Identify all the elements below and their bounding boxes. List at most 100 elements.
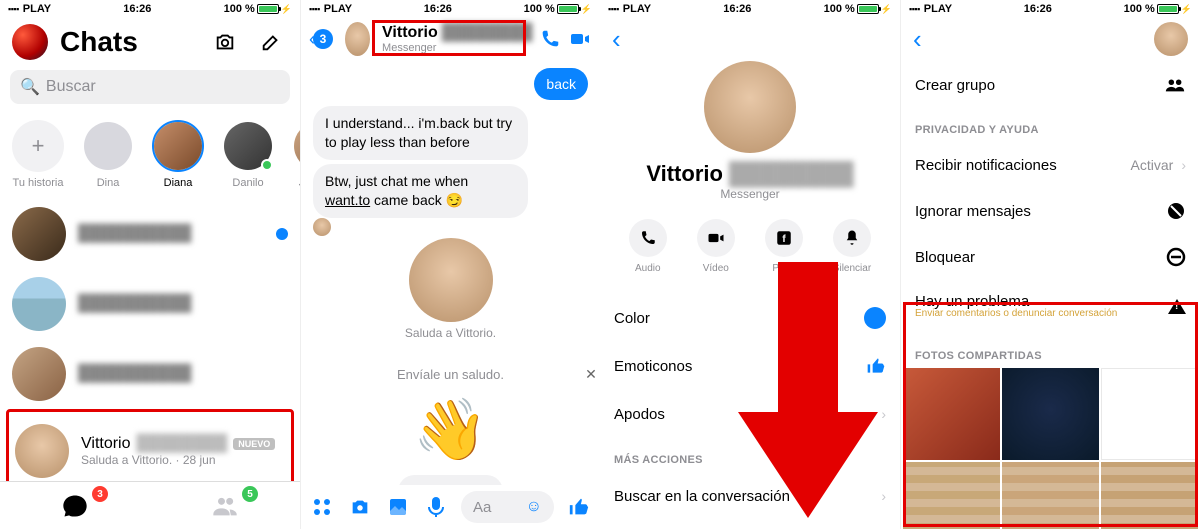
compose-button[interactable] <box>254 25 288 59</box>
chat-row[interactable]: ██████████ <box>12 199 288 269</box>
chat-row[interactable]: ██████████ <box>12 269 288 339</box>
avatar[interactable] <box>1154 22 1188 56</box>
profile-avatar[interactable] <box>12 24 48 60</box>
screen-profile: ▪▪▪▪PLAY 16:26 100 %⚡ ‹ Vittorio████████… <box>600 0 900 529</box>
tab-people[interactable]: 5 <box>150 482 300 529</box>
apps-button[interactable] <box>309 497 335 517</box>
camera-button[interactable] <box>208 25 242 59</box>
dismiss-greeting-button[interactable]: ✕ <box>582 366 600 384</box>
received-message[interactable]: Btw, just chat me when want.to came back… <box>313 164 528 218</box>
conversation-title[interactable]: Vittorio████████ Messenger <box>382 24 532 54</box>
chats-header: Chats <box>0 18 300 66</box>
chat-row[interactable]: ██████████ <box>12 339 288 409</box>
shared-photo[interactable] <box>1002 368 1099 460</box>
back-button[interactable]: ‹ <box>913 24 922 55</box>
screen-conversation: ▪▪▪▪PLAY 16:26 100 %⚡ ‹3 Vittorio███████… <box>300 0 600 529</box>
gallery-button[interactable] <box>385 497 411 517</box>
status-bar: ▪▪▪▪PLAY 16:26 100 %⚡ <box>301 0 600 18</box>
message-input[interactable]: Aa☺ <box>461 491 554 523</box>
like-button[interactable] <box>566 496 592 518</box>
contact-avatar-large <box>409 238 493 322</box>
chat-row-vittorio[interactable]: Vittorio████████NUEVO Saluda a Vittorio.… <box>15 416 285 486</box>
profile-name: Vittorio████████ <box>600 161 900 187</box>
signal-icon: ▪▪▪▪ <box>8 4 19 14</box>
battery: 100 %⚡ <box>224 3 292 15</box>
tab-bar: 3 5 <box>0 481 300 529</box>
tab-chats[interactable]: 3 <box>0 482 150 529</box>
profile-sub: Messenger <box>600 187 900 201</box>
status-bar: ▪▪▪▪PLAY 16:26 100 %⚡ <box>600 0 900 18</box>
greeting-caption: Saluda a Vittorio. <box>301 326 600 340</box>
composer: Aa☺ <box>301 485 600 529</box>
row-emoticonos[interactable]: Emoticonos <box>614 342 886 390</box>
story-add[interactable]: +Tu historia <box>10 120 66 189</box>
group-icon <box>1164 77 1186 93</box>
svg-text:f: f <box>782 233 786 245</box>
status-bar: ▪▪▪▪PLAY 16:26 100 %⚡ <box>901 0 1200 18</box>
thumbs-up-icon <box>866 356 886 376</box>
row-bloquear[interactable]: Bloquear <box>915 234 1186 280</box>
profile-avatar-large[interactable] <box>704 61 796 153</box>
story-diana[interactable]: Diana <box>150 120 206 189</box>
send-greeting-row: Envíale un saludo.✕ <box>301 366 600 384</box>
shared-photos-grid <box>901 368 1200 529</box>
search-icon: 🔍 <box>20 77 40 97</box>
row-problema[interactable]: Hay un problemaEnviar comentarios o denu… <box>915 280 1186 332</box>
nuevo-badge: NUEVO <box>233 438 275 450</box>
story-dina[interactable]: Dina <box>80 120 136 189</box>
avatar <box>15 424 69 478</box>
row-apodos[interactable]: Apodos› <box>614 390 886 438</box>
profile-settings: Color Emoticonos Apodos› Más acciones Bu… <box>600 294 900 529</box>
row-color[interactable]: Color <box>614 294 886 342</box>
row-secreta[interactable]: Ir a la conversación secreta› <box>614 520 886 529</box>
sent-message[interactable]: back <box>534 68 588 100</box>
block-icon <box>1166 247 1186 267</box>
story-danilo[interactable]: Danilo <box>220 120 276 189</box>
messages: back I understand... i'm.back but try to… <box>301 60 600 218</box>
shared-photo[interactable] <box>903 368 1000 460</box>
profile-header: ‹ <box>901 18 1200 60</box>
profile-header: ‹ <box>600 18 900 61</box>
row-ignorar[interactable]: Ignorar mensajes <box>915 188 1186 234</box>
shared-photo[interactable] <box>1002 462 1099 529</box>
action-audio[interactable]: Audio <box>629 219 667 274</box>
emoji-button[interactable]: ☺ <box>526 498 542 516</box>
status-time: 16:26 <box>51 3 223 15</box>
screen-chats: ▪▪▪▪ PLAY 16:26 100 %⚡ Chats 🔍Buscar +Tu … <box>0 0 300 529</box>
color-swatch <box>864 307 886 329</box>
row-crear-grupo[interactable]: Crear grupo <box>915 62 1186 108</box>
row-buscar[interactable]: Buscar en la conversación› <box>614 472 886 520</box>
story-juan[interactable]: Juan Je <box>290 120 300 189</box>
settings-continued: Crear grupo Privacidad y ayuda Recibir n… <box>901 60 1200 362</box>
action-mute[interactable]: Silenciar <box>833 219 871 274</box>
camera-button[interactable] <box>347 496 373 518</box>
chat-list: ██████████ ██████████ ██████████ Vittori… <box>0 199 300 529</box>
chevron-right-icon: › <box>881 406 886 422</box>
row-notificaciones[interactable]: Recibir notificacionesActivar› <box>915 142 1186 188</box>
shared-photo[interactable] <box>1101 368 1198 460</box>
back-button[interactable]: ‹ <box>612 24 621 55</box>
page-title: Chats <box>60 26 196 58</box>
received-message[interactable]: I understand... i'm.back but try to play… <box>313 106 528 160</box>
shared-photo[interactable] <box>1101 462 1198 529</box>
back-button[interactable]: ‹3 <box>309 29 333 50</box>
action-video[interactable]: Vídeo <box>697 219 735 274</box>
carrier: PLAY <box>23 3 51 15</box>
profile-actions: Audio Vídeo fPerfil Silenciar <box>600 219 900 274</box>
wave-emoji[interactable]: 👋 <box>301 394 600 465</box>
ignore-icon <box>1166 201 1186 221</box>
status-bar: ▪▪▪▪ PLAY 16:26 100 %⚡ <box>0 0 300 18</box>
action-profile[interactable]: fPerfil <box>765 219 803 274</box>
section-header: Fotos compartidas <box>915 350 1186 362</box>
mic-button[interactable] <box>423 496 449 518</box>
section-header: Privacidad y ayuda <box>915 124 1186 136</box>
search-input[interactable]: 🔍Buscar <box>10 70 290 104</box>
audio-call-button[interactable] <box>538 23 562 55</box>
stories-row: +Tu historia Dina Diana Danilo Juan Je <box>0 108 300 199</box>
section-header: Más acciones <box>614 454 886 466</box>
shared-photo[interactable] <box>903 462 1000 529</box>
conversation-header: ‹3 Vittorio████████ Messenger <box>301 18 600 60</box>
screen-profile-2: ▪▪▪▪PLAY 16:26 100 %⚡ ‹ Crear grupo Priv… <box>900 0 1200 529</box>
video-call-button[interactable] <box>568 23 592 55</box>
avatar[interactable] <box>345 22 370 56</box>
